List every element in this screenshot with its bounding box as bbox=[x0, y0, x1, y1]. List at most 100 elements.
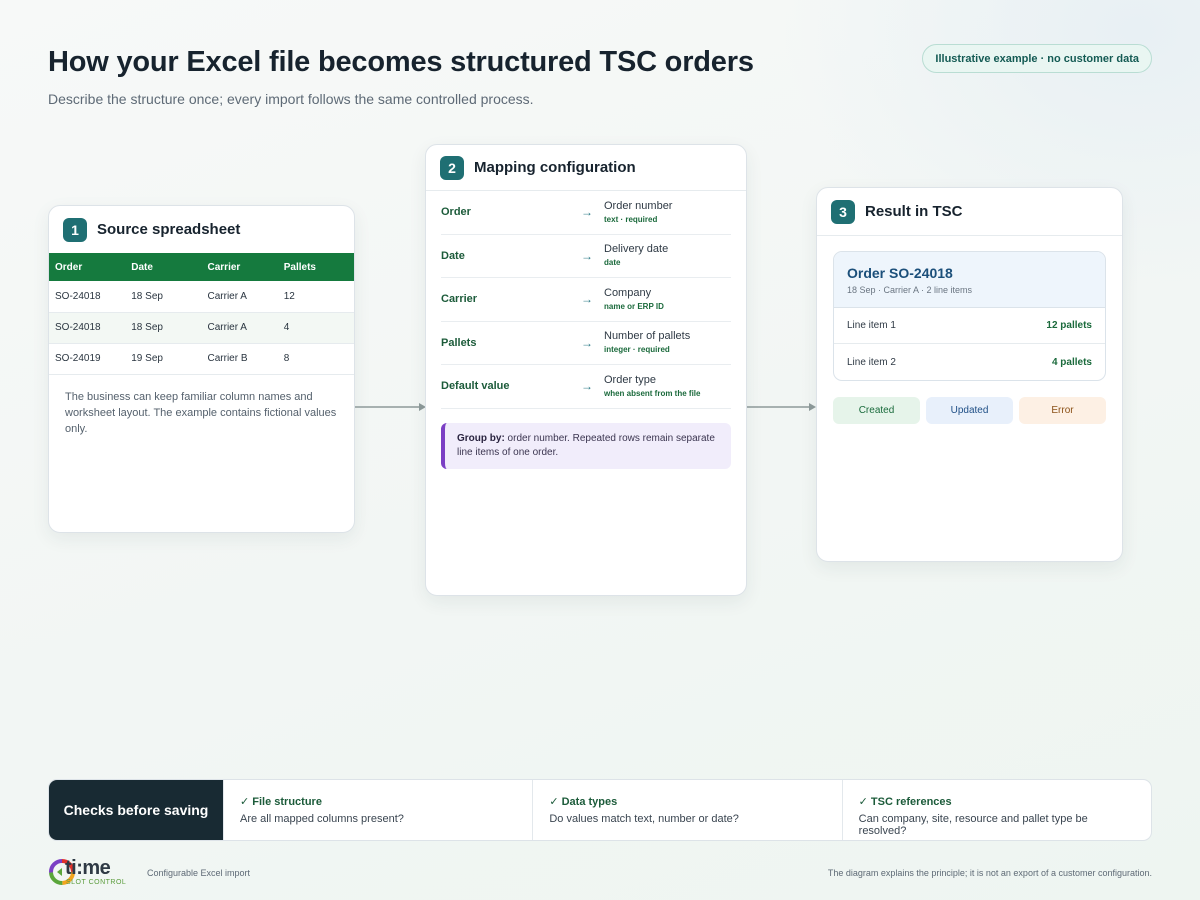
arrow-right-icon: → bbox=[581, 379, 593, 394]
source-spreadsheet-card: 1 Source spreadsheet Order Date Carrier … bbox=[48, 205, 355, 533]
mapping-target: Order type when absent from the file bbox=[604, 373, 700, 400]
mapping-target-type: date bbox=[604, 258, 621, 268]
mapping-target-field: Order type bbox=[604, 373, 656, 386]
arrow-right-icon: → bbox=[581, 248, 593, 263]
mapping-row-order: Order → Order number text · required bbox=[441, 191, 731, 235]
table-cell: SO-24019 bbox=[49, 343, 126, 375]
order-title: Order SO-24018 bbox=[847, 265, 953, 281]
table-cell: 4 bbox=[277, 312, 354, 344]
step-number-3: 3 bbox=[831, 199, 855, 224]
table-cell: 19 Sep bbox=[125, 343, 202, 375]
logo-text: ti:me bbox=[65, 857, 111, 879]
mapping-list: Order → Order number text · required Dat… bbox=[426, 191, 746, 409]
table-row: SO-24018 18 Sep Carrier A 4 bbox=[49, 312, 354, 344]
checks-title: Checks before saving bbox=[49, 780, 223, 840]
arrow-right-icon: → bbox=[581, 205, 593, 220]
order-meta: 18 Sep · Carrier A · 2 line items bbox=[847, 285, 973, 295]
arrow-mapping-to-result bbox=[747, 403, 816, 411]
mapping-source-field: Order bbox=[441, 206, 471, 219]
status-updated: Updated bbox=[926, 397, 1013, 424]
mapping-target-field: Delivery date bbox=[604, 243, 669, 256]
page-title: How your Excel file becomes structured T… bbox=[48, 46, 754, 78]
step-number-1: 1 bbox=[63, 217, 87, 242]
order-header: Order SO-24018 18 Sep · Carrier A · 2 li… bbox=[834, 252, 1105, 308]
source-card-header: 1 Source spreadsheet bbox=[49, 206, 354, 253]
checks-bar: Checks before saving ✓ File structure Ar… bbox=[48, 779, 1152, 841]
table-cell: 18 Sep bbox=[125, 312, 202, 344]
mapping-source-field: Date bbox=[441, 249, 465, 262]
mapping-target: Company name or ERP ID bbox=[604, 286, 664, 313]
mapping-target-field: Number of pallets bbox=[604, 330, 691, 343]
column-header-order: Order bbox=[49, 253, 126, 281]
table-row: SO-24019 19 Sep Carrier B 8 bbox=[49, 343, 354, 375]
mapping-card-header: 2 Mapping configuration bbox=[426, 145, 746, 191]
status-created: Created bbox=[833, 397, 920, 424]
check-data-types: ✓ Data types Do values match text, numbe… bbox=[532, 780, 841, 840]
mapping-source-field: Pallets bbox=[441, 336, 477, 349]
status-error: Error bbox=[1019, 397, 1106, 424]
table-cell: Carrier B bbox=[201, 343, 278, 375]
mapping-row-default-value: Default value → Order type when absent f… bbox=[441, 365, 731, 409]
check-description: Are all mapped columns present? bbox=[240, 813, 404, 825]
column-header-carrier: Carrier bbox=[201, 253, 278, 281]
result-card-header: 3 Result in TSC bbox=[817, 188, 1122, 236]
table-cell: Carrier A bbox=[201, 312, 278, 344]
list-item: Line item 2 4 pallets bbox=[834, 344, 1105, 380]
arrow-right-icon: → bbox=[581, 292, 593, 307]
table-row: SO-24018 18 Sep Carrier A 12 bbox=[49, 281, 354, 313]
footer-label: Configurable Excel import bbox=[147, 868, 251, 878]
step-number-2: 2 bbox=[440, 155, 464, 180]
illustrative-badge: Illustrative example · no customer data bbox=[922, 44, 1152, 73]
page-subtitle: Describe the structure once; every impor… bbox=[48, 91, 534, 107]
check-file-structure: ✓ File structure Are all mapped columns … bbox=[223, 780, 532, 840]
mapping-target-type: name or ERP ID bbox=[604, 301, 664, 311]
result-card: 3 Result in TSC Order SO-24018 18 Sep · … bbox=[816, 187, 1123, 562]
column-header-pallets: Pallets bbox=[277, 253, 354, 281]
arrow-right-icon: → bbox=[581, 335, 593, 350]
check-title: ✓ TSC references bbox=[858, 796, 952, 808]
arrow-source-to-mapping bbox=[355, 403, 426, 411]
status-row: Created Updated Error bbox=[833, 397, 1106, 424]
check-title: ✓ Data types bbox=[549, 796, 618, 808]
mapping-target-type: integer · required bbox=[604, 345, 670, 355]
source-card-title: Source spreadsheet bbox=[97, 221, 241, 238]
table-cell: SO-24018 bbox=[49, 281, 126, 313]
mapping-card-title: Mapping configuration bbox=[474, 159, 636, 176]
mapping-target: Delivery date date bbox=[604, 242, 668, 269]
check-title: ✓ File structure bbox=[240, 796, 322, 808]
mapping-source-field: Carrier bbox=[441, 293, 478, 306]
list-item: Line item 1 12 pallets bbox=[834, 308, 1105, 344]
table-cell: 8 bbox=[277, 343, 354, 375]
table-cell: 12 bbox=[277, 281, 354, 313]
table-cell: SO-24018 bbox=[49, 312, 126, 344]
mapping-target-type: text · required bbox=[604, 214, 658, 224]
logo-subtext: SLOT CONTROL bbox=[66, 879, 127, 886]
line-item-label: Line item 1 bbox=[847, 320, 896, 331]
check-description: Can company, site, resource and pallet t… bbox=[858, 813, 1088, 837]
mapping-target-field: Order number bbox=[604, 199, 673, 212]
mapping-row-date: Date → Delivery date date bbox=[441, 235, 731, 278]
order-summary: Order SO-24018 18 Sep · Carrier A · 2 li… bbox=[833, 251, 1106, 381]
mapping-target: Number of pallets integer · required bbox=[604, 329, 690, 356]
group-by-note: Group by: order number. Repeated rows re… bbox=[441, 422, 731, 469]
group-by-label: Group by: bbox=[457, 432, 505, 444]
mapping-target: Order number text · required bbox=[604, 199, 672, 226]
footer-note: The diagram explains the principle; it i… bbox=[827, 868, 1152, 878]
mapping-target-field: Company bbox=[604, 286, 652, 299]
check-description: Do values match text, number or date? bbox=[549, 813, 739, 825]
mapping-row-carrier: Carrier → Company name or ERP ID bbox=[441, 278, 731, 322]
line-item-quantity: 4 pallets bbox=[1051, 356, 1092, 368]
mapping-source-field: Default value bbox=[441, 380, 510, 393]
table-cell: Carrier A bbox=[201, 281, 278, 313]
line-item-label: Line item 2 bbox=[847, 356, 896, 368]
table-cell: 18 Sep bbox=[125, 281, 202, 313]
mapping-target-type: when absent from the file bbox=[604, 388, 701, 398]
mapping-configuration-card: 2 Mapping configuration Order → Order nu… bbox=[425, 144, 747, 596]
result-card-title: Result in TSC bbox=[865, 203, 963, 220]
spreadsheet-table: Order Date Carrier Pallets SO-24018 18 S… bbox=[49, 253, 354, 375]
check-tsc-references: ✓ TSC references Can company, site, reso… bbox=[841, 780, 1151, 840]
mapping-row-pallets: Pallets → Number of pallets integer · re… bbox=[441, 322, 731, 365]
spreadsheet-header-row: Order Date Carrier Pallets bbox=[49, 253, 354, 281]
line-item-quantity: 12 pallets bbox=[1046, 320, 1092, 331]
source-note: The business can keep familiar column na… bbox=[65, 390, 337, 435]
